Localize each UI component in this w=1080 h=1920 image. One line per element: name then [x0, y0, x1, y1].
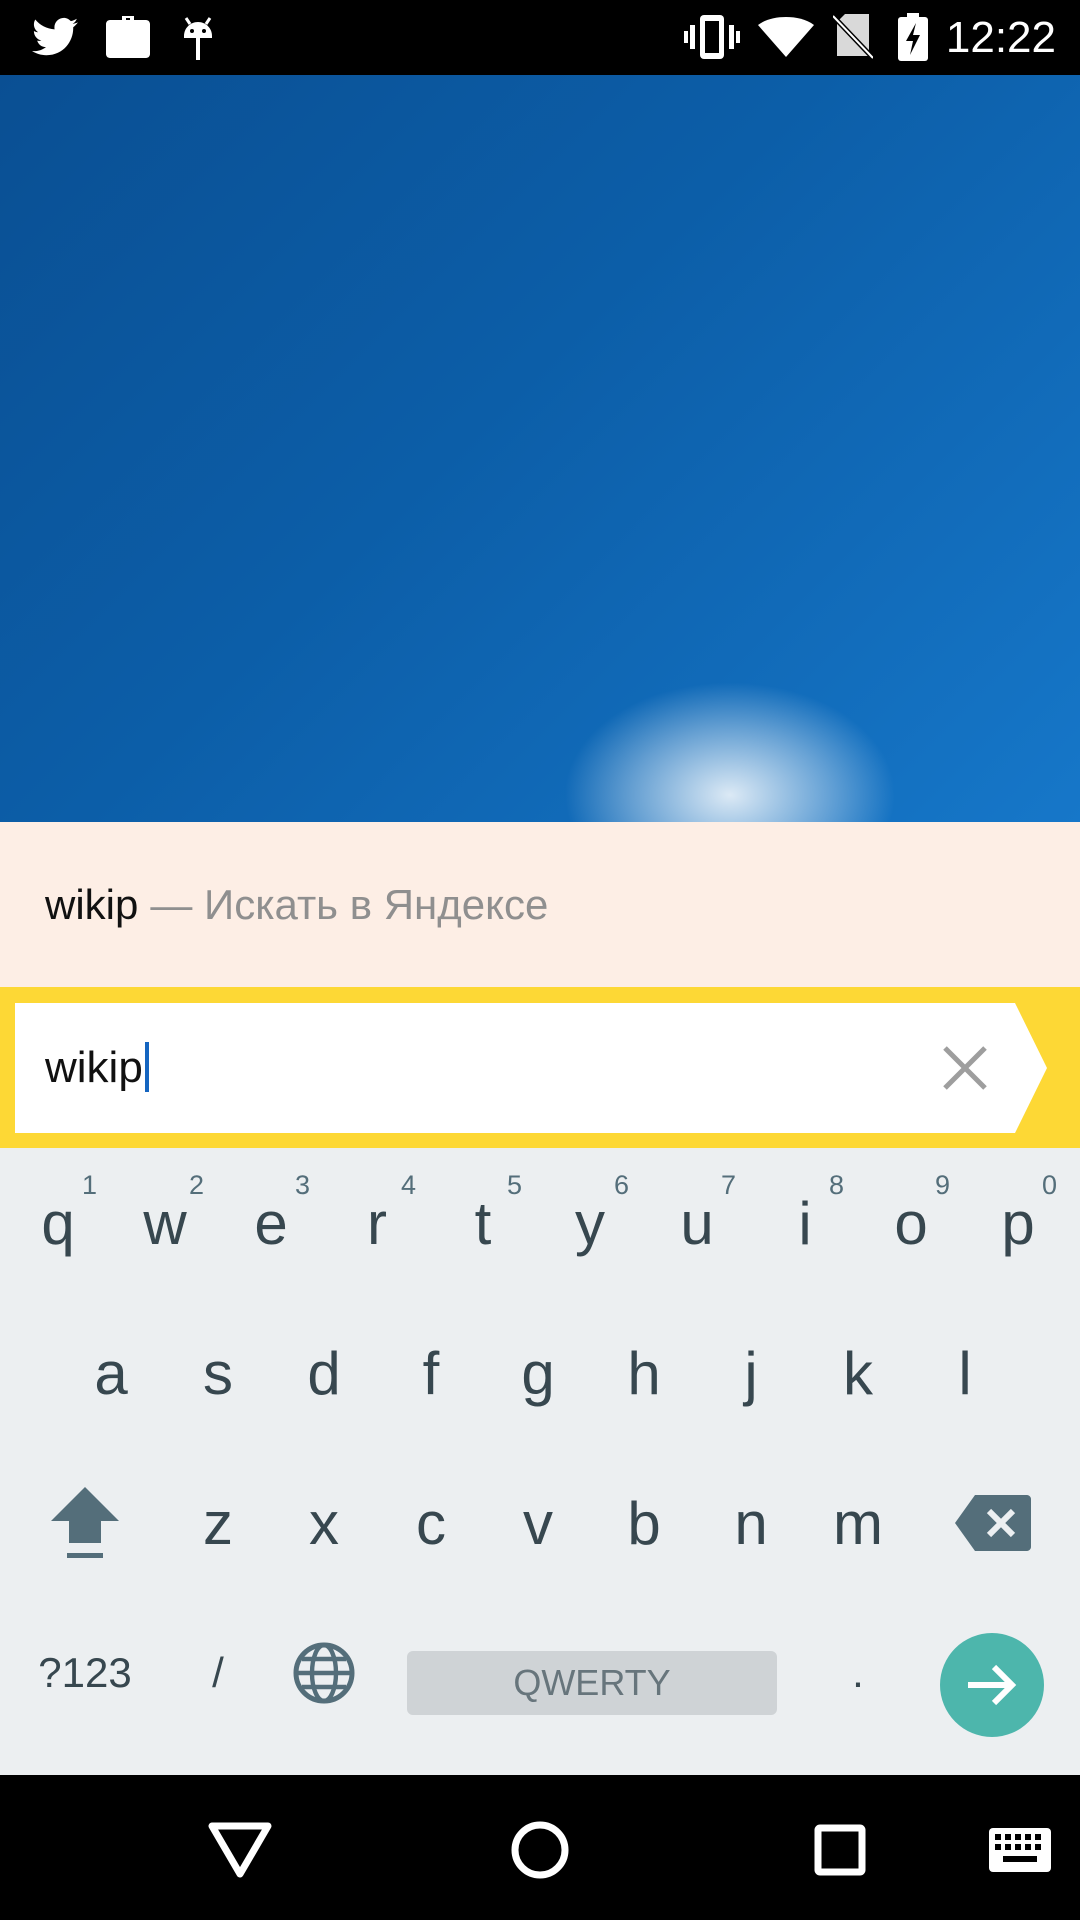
language-key[interactable] [271, 1598, 377, 1748]
status-bar: 12:22 [0, 0, 1080, 75]
key-h[interactable]: h [591, 1298, 697, 1448]
key-j[interactable]: j [698, 1298, 804, 1448]
wallpaper-image [0, 75, 1080, 822]
key-f[interactable]: f [378, 1298, 484, 1448]
arrow-right-icon [968, 1664, 1017, 1706]
space-key[interactable]: QWERTY [407, 1651, 777, 1715]
key-n[interactable]: n [698, 1448, 804, 1598]
shift-icon [51, 1487, 119, 1558]
text-caret [144, 1042, 149, 1093]
key-e[interactable]: e3 [218, 1148, 324, 1298]
search-go-button[interactable] [1015, 1003, 1047, 1133]
key-slash[interactable]: / [165, 1598, 271, 1748]
key-a[interactable]: a [58, 1298, 164, 1448]
twitter-icon [30, 12, 80, 62]
key-t[interactable]: t5 [430, 1148, 536, 1298]
key-z[interactable]: z [165, 1448, 271, 1598]
android-debug-icon [175, 12, 221, 62]
key-x[interactable]: x [271, 1448, 377, 1598]
key-p[interactable]: p0 [965, 1148, 1071, 1298]
search-input-text: wikip [45, 1043, 143, 1092]
key-r[interactable]: r4 [324, 1148, 430, 1298]
shift-key[interactable] [32, 1448, 138, 1598]
key-b[interactable]: b [591, 1448, 697, 1598]
key-v[interactable]: v [485, 1448, 591, 1598]
clear-icon[interactable] [940, 1043, 990, 1093]
navigation-bar [0, 1775, 1080, 1920]
suggestion-hint: — Искать в Яндексе [150, 880, 549, 928]
battery-charging-icon [895, 12, 931, 62]
key-d[interactable]: d [271, 1298, 377, 1448]
enter-key[interactable] [940, 1633, 1044, 1737]
key-s[interactable]: s [165, 1298, 271, 1448]
keyboard-icon[interactable] [975, 1805, 1065, 1895]
suggestion-query: wikip [45, 880, 139, 928]
recents-icon[interactable] [795, 1805, 885, 1895]
key-y[interactable]: y6 [537, 1148, 643, 1298]
search-suggestion[interactable]: wikip — Искать в Яндексе [0, 822, 1080, 987]
symbols-key[interactable]: ?123 [32, 1598, 138, 1748]
briefcase-check-icon [103, 12, 153, 62]
key-o[interactable]: o9 [858, 1148, 964, 1298]
home-icon[interactable] [495, 1805, 585, 1895]
search-field[interactable]: wikip [15, 1003, 1015, 1133]
backspace-icon [955, 1495, 1031, 1551]
clock: 12:22 [945, 13, 1056, 62]
key-g[interactable]: g [485, 1298, 591, 1448]
key-w[interactable]: w2 [112, 1148, 218, 1298]
search-bar: wikip [0, 987, 1080, 1148]
backspace-key[interactable] [940, 1448, 1046, 1598]
wifi-icon [758, 12, 814, 62]
key-u[interactable]: u7 [644, 1148, 750, 1298]
no-sim-icon [832, 12, 874, 62]
key-q[interactable]: q1 [5, 1148, 111, 1298]
vibrate-icon [683, 12, 741, 62]
key-l[interactable]: l [912, 1298, 1018, 1448]
key-i[interactable]: i8 [752, 1148, 858, 1298]
key-m[interactable]: m [805, 1448, 911, 1598]
key-k[interactable]: k [805, 1298, 911, 1448]
search-input[interactable]: wikip [45, 1003, 149, 1133]
key-c[interactable]: c [378, 1448, 484, 1598]
globe-icon [293, 1642, 355, 1704]
back-icon[interactable] [195, 1805, 285, 1895]
soft-keyboard: q1 w2 e3 r4 t5 y6 u7 i8 o9 p0 a s d f g … [0, 1148, 1080, 1775]
key-period[interactable]: . [805, 1598, 911, 1748]
